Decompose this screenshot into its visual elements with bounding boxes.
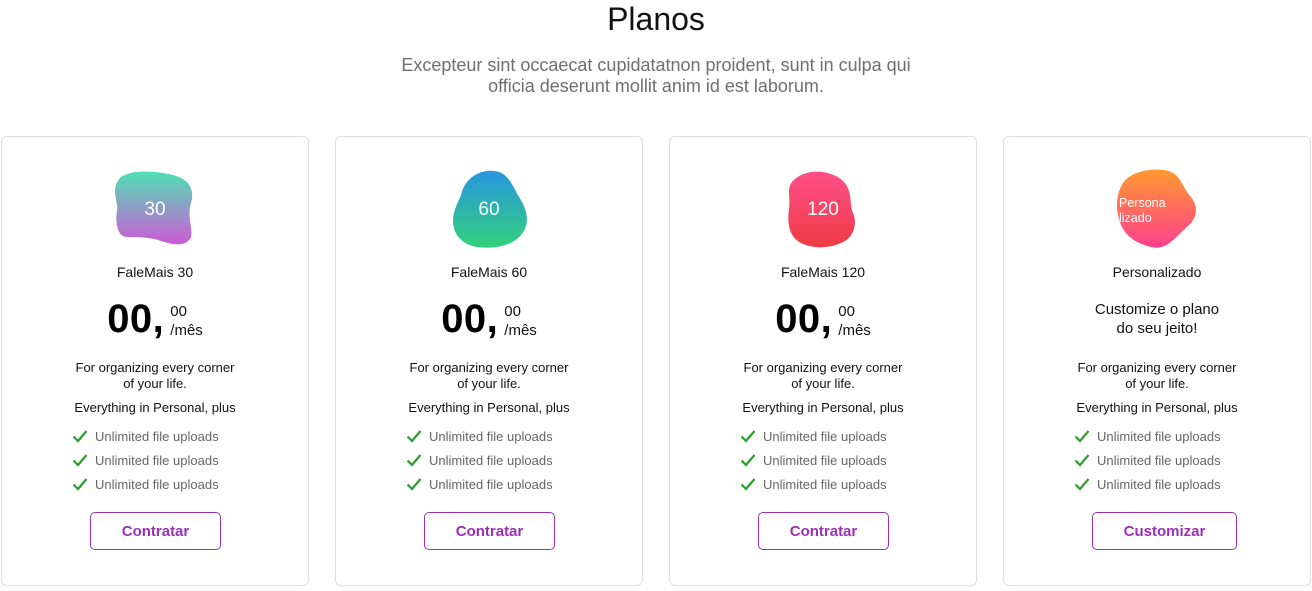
- check-icon: [406, 478, 422, 491]
- check-icon: [1074, 478, 1090, 491]
- plan-description-line-1: For organizing every corner: [1077, 360, 1237, 375]
- plan-badge-blob: Persona lizado: [1109, 165, 1205, 255]
- contratar-button[interactable]: Contratar: [90, 512, 221, 550]
- plan-description-line-1: For organizing every corner: [75, 360, 235, 375]
- plan-description-line-2: of your life.: [123, 376, 187, 391]
- plan-description: For organizing every corner of your life…: [670, 360, 976, 392]
- plan-custom-headline-line-2: do seu jeito!: [1116, 320, 1198, 337]
- feature-text: Unlimited file uploads: [95, 452, 219, 468]
- plan-description-line-2: of your life.: [457, 376, 521, 391]
- feature-item: Unlimited file uploads: [1074, 448, 1221, 472]
- plan-price: 00, 00 /mês: [336, 295, 642, 343]
- check-icon: [72, 454, 88, 467]
- check-icon: [406, 454, 422, 467]
- feature-item: Unlimited file uploads: [740, 424, 887, 448]
- feature-text: Unlimited file uploads: [1097, 452, 1221, 468]
- feature-item: Unlimited file uploads: [1074, 424, 1221, 448]
- price-cents: 00: [504, 303, 521, 320]
- feature-text: Unlimited file uploads: [763, 428, 887, 444]
- plan-name: FaleMais 60: [450, 264, 528, 280]
- plan-badge-label: 30: [144, 199, 166, 220]
- feature-text: Unlimited file uploads: [429, 452, 553, 468]
- plan-description-line-2: of your life.: [791, 376, 855, 391]
- check-icon: [406, 430, 422, 443]
- plan-card-falemais-30: 30 FaleMais 30 00, 00 /mês For organizin…: [1, 136, 309, 586]
- price-period: /mês: [504, 322, 537, 339]
- price-cents: 00: [838, 303, 855, 320]
- plan-includes-heading: Everything in Personal, plus: [408, 400, 570, 415]
- plan-includes-heading: Everything in Personal, plus: [74, 400, 236, 415]
- customizar-button[interactable]: Customizar: [1092, 512, 1237, 550]
- check-icon: [1074, 454, 1090, 467]
- subtitle-line-1: Excepteur sint occaecat cupidatatnon pro…: [401, 55, 911, 75]
- plan-description: For organizing every corner of your life…: [336, 360, 642, 392]
- contratar-button[interactable]: Contratar: [758, 512, 889, 550]
- plan-description-line-1: For organizing every corner: [409, 360, 569, 375]
- price-amount: 00,: [775, 297, 833, 341]
- plan-badge-label: 120: [807, 199, 839, 220]
- feature-text: Unlimited file uploads: [763, 476, 887, 492]
- feature-text: Unlimited file uploads: [429, 428, 553, 444]
- page-subtitle: Excepteur sint occaecat cupidatatnon pro…: [390, 55, 922, 97]
- plan-description-line-2: of your life.: [1125, 376, 1189, 391]
- feature-item: Unlimited file uploads: [406, 472, 553, 496]
- subtitle-line-2: officia deserunt mollit anim id est labo…: [488, 76, 824, 96]
- plan-card-falemais-120: 120 FaleMais 120 00, 00 /mês For organiz…: [669, 136, 977, 586]
- feature-item: Unlimited file uploads: [72, 472, 219, 496]
- plan-description: For organizing every corner of your life…: [2, 360, 308, 392]
- plan-badge-blob: 60: [441, 165, 537, 255]
- check-icon: [740, 478, 756, 491]
- feature-item: Unlimited file uploads: [1074, 472, 1221, 496]
- plan-badge-label: 60: [478, 199, 500, 220]
- price-amount: 00,: [107, 297, 165, 341]
- plan-badge-label: Persona lizado: [1119, 196, 1166, 225]
- feature-text: Unlimited file uploads: [1097, 476, 1221, 492]
- feature-list: Unlimited file uploads Unlimited file up…: [740, 424, 887, 496]
- check-icon: [740, 430, 756, 443]
- price-amount: 00,: [441, 297, 499, 341]
- contratar-button[interactable]: Contratar: [424, 512, 555, 550]
- feature-text: Unlimited file uploads: [429, 476, 553, 492]
- feature-item: Unlimited file uploads: [406, 424, 553, 448]
- plan-custom-headline: Customize o plano do seu jeito!: [1004, 300, 1310, 338]
- check-icon: [72, 478, 88, 491]
- plan-card-personalizado: Persona lizado Personalizado Customize o…: [1003, 136, 1311, 586]
- plan-name: FaleMais 30: [116, 264, 194, 280]
- page-title: Planos: [607, 1, 705, 37]
- plan-name: Personalizado: [1112, 264, 1202, 280]
- price-period: /mês: [170, 322, 203, 339]
- feature-list: Unlimited file uploads Unlimited file up…: [406, 424, 553, 496]
- plan-price: 00, 00 /mês: [670, 295, 976, 343]
- check-icon: [740, 454, 756, 467]
- plan-includes-heading: Everything in Personal, plus: [742, 400, 904, 415]
- check-icon: [1074, 430, 1090, 443]
- plan-custom-headline-line-1: Customize o plano: [1094, 301, 1220, 318]
- feature-item: Unlimited file uploads: [406, 448, 553, 472]
- price-cents: 00: [170, 303, 187, 320]
- feature-list: Unlimited file uploads Unlimited file up…: [72, 424, 219, 496]
- feature-list: Unlimited file uploads Unlimited file up…: [1074, 424, 1221, 496]
- plan-price: 00, 00 /mês: [2, 295, 308, 343]
- check-icon: [72, 430, 88, 443]
- feature-text: Unlimited file uploads: [95, 428, 219, 444]
- feature-text: Unlimited file uploads: [763, 452, 887, 468]
- plan-includes-heading: Everything in Personal, plus: [1076, 400, 1238, 415]
- plan-badge-blob: 30: [107, 165, 203, 255]
- plan-description-line-1: For organizing every corner: [743, 360, 903, 375]
- feature-item: Unlimited file uploads: [72, 424, 219, 448]
- feature-item: Unlimited file uploads: [72, 448, 219, 472]
- feature-item: Unlimited file uploads: [740, 472, 887, 496]
- feature-text: Unlimited file uploads: [95, 476, 219, 492]
- plan-badge-blob: 120: [775, 165, 871, 255]
- pricing-page: Planos Excepteur sint occaecat cupidatat…: [0, 0, 1312, 591]
- plan-card-falemais-60: 60 FaleMais 60 00, 00 /mês For organizin…: [335, 136, 643, 586]
- feature-text: Unlimited file uploads: [1097, 428, 1221, 444]
- feature-item: Unlimited file uploads: [740, 448, 887, 472]
- price-period: /mês: [838, 322, 871, 339]
- plan-description: For organizing every corner of your life…: [1004, 360, 1310, 392]
- plan-name: FaleMais 120: [780, 264, 866, 280]
